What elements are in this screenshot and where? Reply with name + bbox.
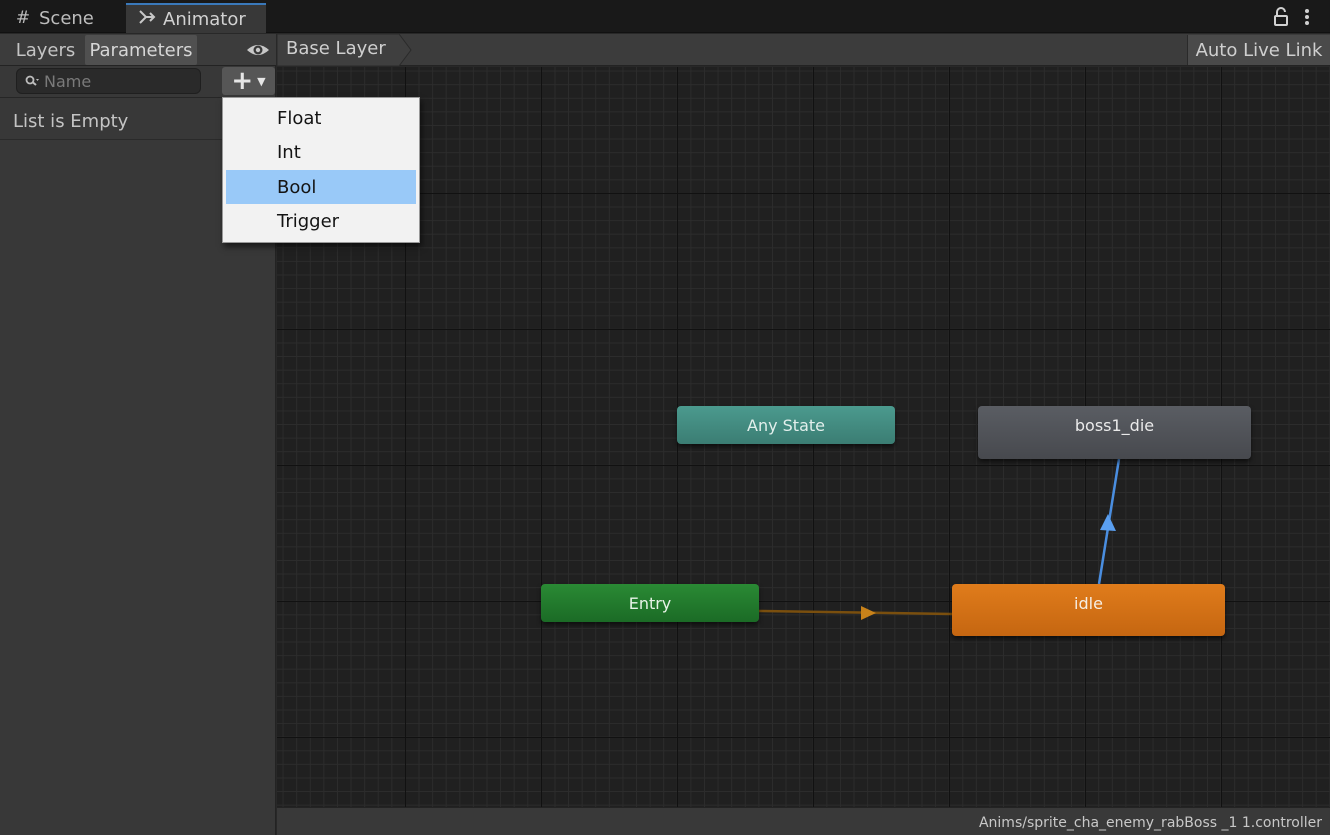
search-icon <box>24 73 40 89</box>
controller-path: Anims/sprite_cha_enemy_rabBoss _1 1.cont… <box>978 815 1322 831</box>
tab-animator-label: Animator <box>163 8 246 30</box>
menu-item-bool[interactable]: Bool <box>226 170 416 204</box>
add-parameter-button[interactable]: + ▼ <box>222 67 275 95</box>
tab-scene-label: Scene <box>39 7 94 29</box>
tab-parameters[interactable]: Parameters <box>85 35 197 65</box>
state-boss1-die[interactable]: boss1_die <box>978 406 1251 459</box>
kebab-menu-icon[interactable] <box>1298 6 1316 28</box>
animator-icon <box>138 9 156 30</box>
plus-icon: + <box>231 66 254 96</box>
tab-animator[interactable]: Animator <box>126 3 266 33</box>
auto-live-link-button[interactable]: Auto Live Link <box>1187 35 1330 65</box>
breadcrumb-bar <box>277 34 1330 66</box>
grid-icon: # <box>15 8 31 28</box>
menu-item-trigger[interactable]: Trigger <box>226 204 416 238</box>
caret-down-icon: ▼ <box>257 74 266 88</box>
menu-item-int[interactable]: Int <box>226 135 416 169</box>
state-entry[interactable]: Entry <box>541 584 759 622</box>
lock-icon[interactable] <box>1271 6 1291 28</box>
eye-icon[interactable] <box>244 38 272 62</box>
tab-scene[interactable]: # Scene <box>2 3 124 33</box>
tab-layers[interactable]: Layers <box>8 35 83 65</box>
breadcrumb-base-layer[interactable]: Base Layer <box>286 38 386 59</box>
state-idle[interactable]: idle <box>952 584 1225 636</box>
search-input[interactable] <box>44 69 194 93</box>
state-any-state[interactable]: Any State <box>677 406 895 444</box>
menu-item-float[interactable]: Float <box>226 101 416 135</box>
empty-list-message: List is Empty <box>13 111 129 132</box>
